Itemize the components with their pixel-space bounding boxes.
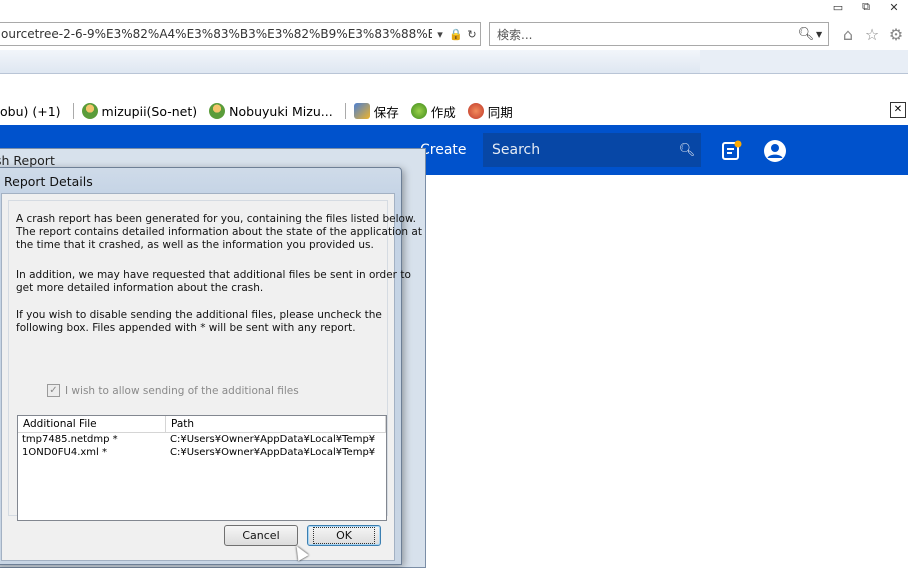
additional-files-paragraph: In addition, we may have requested that … [16,269,411,295]
user-avatar-icon [81,103,98,119]
tab-row [0,50,908,74]
favorite-label: Nobuyuki Mizu... [229,103,333,119]
favorite-item-create[interactable]: 作成 [410,102,456,121]
allow-sending-label: I wish to allow sending of the additiona… [65,384,299,397]
disable-sending-paragraph: If you wish to disable sending the addit… [16,309,388,335]
browser-search-box[interactable]: 検索... 🔍︎ ▼ [489,22,829,46]
allow-sending-checkbox[interactable]: ✓ [47,384,60,397]
browser-title-bar: ▭ ⧉ ✕ [0,0,908,18]
refresh-icon[interactable]: ↻ [464,23,480,45]
additional-line: get more detailed information about the … [16,282,264,295]
close-favorites-icon[interactable]: ✕ [890,102,906,118]
dialog-title: Report Details [4,174,93,189]
additional-line: In addition, we may have requested that … [16,269,411,281]
close-window-icon[interactable]: ✕ [880,0,908,14]
file-path: C:¥Users¥Owner¥AppData¥Local¥Temp¥ [170,447,376,458]
disable-line: If you wish to disable sending the addit… [16,309,382,321]
file-name: tmp7485.netdmp * [22,434,118,445]
sync-icon [467,103,484,119]
lock-icon[interactable]: 🔒 [448,23,464,45]
site-search-placeholder[interactable]: Search [483,142,673,158]
favorite-label: obu) (+1) [0,103,61,119]
file-row[interactable]: tmp7485.netdmp * C:¥Users¥Owner¥AppData¥… [18,433,386,446]
notifications-icon[interactable] [719,139,743,163]
settings-gear-icon[interactable]: ⚙ [886,23,906,45]
details-group: A crash report has been generated for yo… [8,200,422,521]
search-icon[interactable]: 🔍︎ [673,143,701,158]
favorite-label: 作成 [430,104,456,120]
column-header-path[interactable]: Path [166,416,386,432]
column-header-file[interactable]: Additional File [18,416,166,432]
file-path: C:¥Users¥Owner¥AppData¥Local¥Temp¥ [170,434,376,445]
file-row[interactable]: 1OND0FU4.xml * C:¥Users¥Owner¥AppData¥Lo… [18,446,386,459]
site-search-box[interactable]: Search 🔍︎ [483,133,701,167]
tab-divider [0,73,908,74]
intro-line: the time that it crashed, as well as the… [16,239,374,252]
intro-line: The report contains detailed information… [16,226,422,239]
report-details-dialog: Report Details A crash report has been g… [0,167,422,565]
user-profile-icon[interactable] [763,139,787,163]
disable-line: following box. Files appended with * wil… [16,322,356,335]
favorite-item-mizupii[interactable]: mizupii(So-net) [81,103,198,119]
address-url[interactable]: ourcetree-2-6-9%E3%82%A4%E3%83%B3%E3%82%… [0,27,432,41]
intro-paragraph: A crash report has been generated for yo… [16,213,422,253]
address-bar[interactable]: ourcetree-2-6-9%E3%82%A4%E3%83%B3%E3%82%… [0,22,481,46]
favorites-separator [72,103,74,119]
favorites-star-icon[interactable]: ☆ [862,23,882,45]
favorite-item-nobuyuki[interactable]: Nobuyuki Mizu... [209,103,333,119]
file-name: 1OND0FU4.xml * [22,447,108,458]
save-puzzle-icon [353,103,370,119]
cancel-button[interactable]: Cancel [224,525,298,546]
crash-report-title: sh Report [0,153,55,168]
tab-blurred[interactable] [0,50,700,74]
favorite-label: mizupii(So-net) [101,103,198,119]
favorites-bar: obu) (+1) mizupii(So-net) Nobuyuki Mizu.… [0,98,908,124]
favorite-item-account[interactable]: obu) (+1) [0,104,61,119]
favorite-label: 同期 [487,104,513,120]
intro-line: A crash report has been generated for yo… [16,213,416,225]
favorite-label: 保存 [373,104,399,120]
browser-search-placeholder[interactable]: 検索... [490,26,796,43]
user-avatar-icon [209,103,226,119]
home-icon[interactable]: ⌂ [838,23,858,45]
chevron-down-icon[interactable]: ▼ [816,30,828,39]
favorite-item-save[interactable]: 保存 [353,102,399,121]
create-link[interactable]: Create [420,142,467,158]
list-header: Additional File Path [18,416,386,433]
additional-files-list[interactable]: Additional File Path tmp7485.netdmp * C:… [17,415,387,521]
address-dropdown-icon[interactable]: ▾ [432,23,448,45]
minimize-icon[interactable]: ▭ [824,0,852,14]
address-row: ourcetree-2-6-9%E3%82%A4%E3%83%B3%E3%82%… [0,20,908,50]
browser-nav-icons: ⌂ ☆ ⚙ [838,23,906,45]
search-icon[interactable]: 🔍︎ [796,27,816,42]
restore-icon[interactable]: ⧉ [852,0,880,14]
window-controls: ▭ ⧉ ✕ [824,0,908,14]
ok-button[interactable]: OK [307,525,381,546]
dialog-body: A crash report has been generated for yo… [1,193,422,561]
lightning-icon [410,103,427,119]
allow-sending-checkbox-row[interactable]: ✓ I wish to allow sending of the additio… [47,384,299,397]
ok-button-label: OK [313,527,375,544]
favorites-separator [344,103,346,119]
favorite-item-sync[interactable]: 同期 [467,102,513,121]
